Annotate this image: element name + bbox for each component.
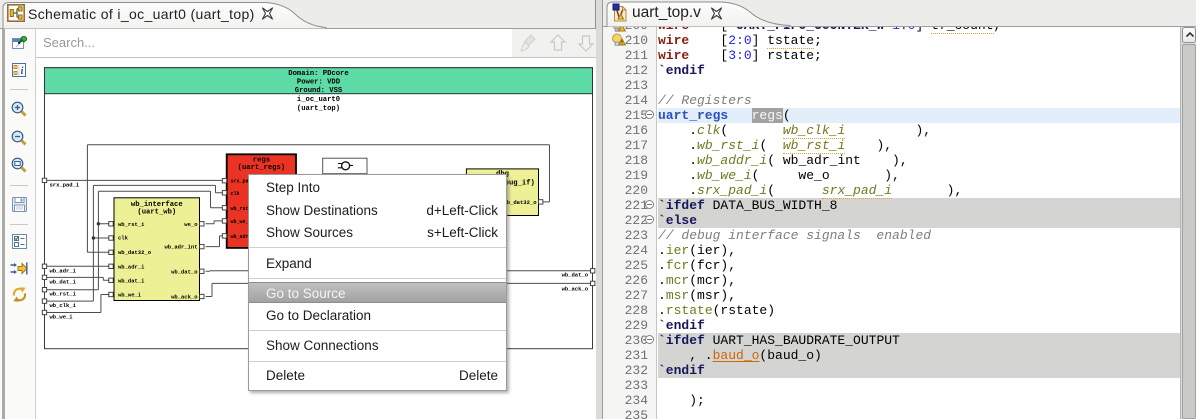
svg-text:wb_clk_i: wb_clk_i <box>50 302 77 309</box>
svg-text:srx_pad_i: srx_pad_i <box>50 181 80 188</box>
svg-text:wb_we_i: wb_we_i <box>50 314 74 321</box>
svg-text:wb_we_i: wb_we_i <box>118 292 142 299</box>
svg-text:clk: clk <box>118 235 129 242</box>
svg-text:i: i <box>21 66 24 77</box>
svg-text:Ground: VSS: Ground: VSS <box>295 87 343 95</box>
svg-text:wb_dat_o: wb_dat_o <box>562 271 589 278</box>
svg-text:(uart_top): (uart_top) <box>297 105 340 113</box>
svg-text:wb_dat_i: wb_dat_i <box>50 278 77 285</box>
svg-text:wb_dat_i: wb_dat_i <box>118 277 145 284</box>
svg-text:wb_ack_o: wb_ack_o <box>562 285 589 292</box>
svg-text:wb_ack_o: wb_ack_o <box>171 294 198 301</box>
svg-text:wb_adr_int: wb_adr_int <box>164 244 197 251</box>
svg-text:Domain: PDcore: Domain: PDcore <box>288 70 348 78</box>
svg-text:we_o: we_o <box>184 221 198 228</box>
svg-text:wb_dat32_o: wb_dat32_o <box>503 199 537 206</box>
svg-text:i_oc_uart0: i_oc_uart0 <box>297 96 340 104</box>
svg-text:wb_rst_i: wb_rst_i <box>118 221 145 228</box>
svg-text:!: ! <box>621 41 623 47</box>
svg-text:clk: clk <box>231 191 240 197</box>
svg-text:(uart_wb): (uart_wb) <box>137 208 176 216</box>
svg-text:Power: VDD: Power: VDD <box>297 79 341 87</box>
svg-text:wb_rst_i: wb_rst_i <box>50 291 77 298</box>
svg-text:(uart_regs): (uart_regs) <box>238 164 285 172</box>
svg-text:wb_adr_i: wb_adr_i <box>50 267 77 274</box>
svg-text:wb_dat_o: wb_dat_o <box>171 268 198 275</box>
svg-text:wb_adr_i: wb_adr_i <box>118 263 145 270</box>
svg-text:wb_dat32_o: wb_dat32_o <box>118 249 152 256</box>
